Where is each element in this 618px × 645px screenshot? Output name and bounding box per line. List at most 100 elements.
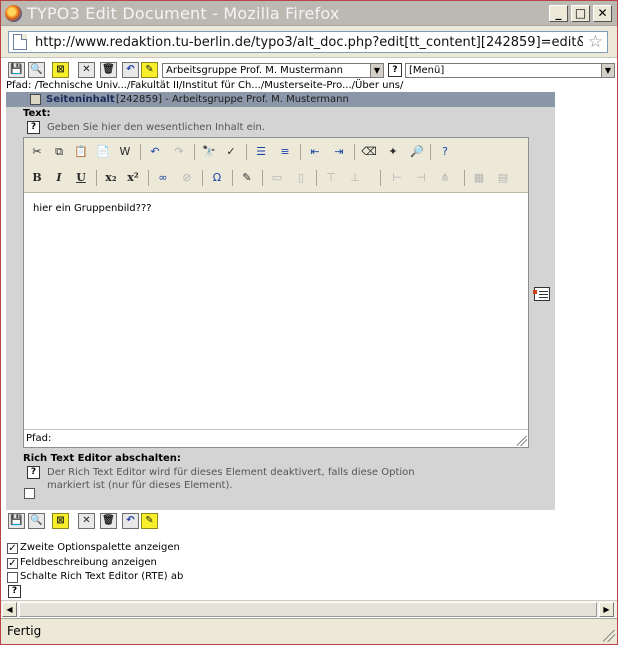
scrollbar-thumb[interactable]: [19, 602, 597, 617]
window-title: TYPO3 Edit Document - Mozilla Firefox: [27, 4, 340, 23]
toolbar-separator: [316, 170, 317, 186]
delete-icon[interactable]: 🗑: [100, 513, 117, 529]
paste-text-icon[interactable]: 📄: [94, 143, 112, 161]
option-label[interactable]: Zweite Optionspalette anzeigen: [20, 542, 180, 553]
content-element-icon: [30, 94, 41, 105]
paste-icon[interactable]: 📋: [72, 143, 90, 161]
close-button[interactable]: ✕: [593, 5, 612, 22]
italic-icon[interactable]: I: [50, 169, 68, 187]
spellcheck-icon[interactable]: ✓: [222, 143, 240, 161]
rte-disable-checkbox[interactable]: [24, 488, 35, 499]
copy-icon[interactable]: ⧉: [50, 143, 68, 161]
preview-icon[interactable]: 🔎: [408, 143, 426, 161]
undo-icon[interactable]: ↶: [122, 62, 139, 78]
record-select-value: Arbeitsgruppe Prof. M. Mustermann: [166, 65, 343, 76]
save-view-icon[interactable]: 🔍: [28, 62, 45, 78]
table-borders-icon[interactable]: ▤: [494, 169, 512, 187]
pencil-icon[interactable]: ✎: [141, 513, 158, 529]
bullet-list-icon[interactable]: ☰: [252, 143, 270, 161]
toolbar-separator: [96, 170, 97, 186]
option-checkbox[interactable]: ✓: [7, 558, 18, 569]
record-type: Seiteninhalt: [46, 94, 115, 105]
text-field-block: Text: ? Geben Sie hier den wesentlichen …: [6, 107, 555, 510]
table-col-icon[interactable]: ▯: [292, 169, 310, 187]
url-text[interactable]: http://www.redaktion.tu-berlin.de/typo3/…: [35, 35, 583, 50]
edit-element-icon[interactable]: ✎: [238, 169, 256, 187]
pencil-icon[interactable]: ✎: [141, 62, 158, 78]
maximize-button[interactable]: □: [571, 5, 590, 22]
redo-icon[interactable]: ↷: [170, 143, 188, 161]
delete-row-icon[interactable]: ⊥: [346, 169, 364, 187]
field-list-icon[interactable]: [533, 287, 550, 301]
address-field[interactable]: http://www.redaktion.tu-berlin.de/typo3/…: [8, 31, 608, 53]
scroll-right-icon[interactable]: ▶: [599, 602, 614, 617]
close-icon[interactable]: ✕: [78, 62, 95, 78]
status-text: Fertig: [7, 624, 42, 638]
insert-row-icon[interactable]: ⊤: [322, 169, 340, 187]
toolbar-separator: [262, 170, 263, 186]
toolbar-separator: [148, 170, 149, 186]
paste-word-icon[interactable]: W: [116, 143, 134, 161]
link-icon[interactable]: ∞: [154, 169, 172, 187]
bookmark-star-icon[interactable]: ☆: [588, 32, 603, 52]
save-icon[interactable]: 💾: [8, 62, 25, 78]
superscript-icon[interactable]: x²: [124, 169, 142, 187]
rte-disable-label: Rich Text Editor abschalten:: [23, 453, 181, 464]
delete-icon[interactable]: 🗑: [100, 62, 117, 78]
option-label[interactable]: Feldbeschreibung anzeigen: [20, 557, 157, 568]
option-checkbox[interactable]: ✓: [7, 543, 18, 554]
save-view-icon[interactable]: 🔍: [28, 513, 45, 529]
numbered-list-icon[interactable]: ≡: [276, 143, 294, 161]
toolbar-separator: [430, 144, 431, 160]
save-close-icon[interactable]: ⊠: [52, 62, 69, 78]
horizontal-scrollbar[interactable]: ◀ ▶: [1, 600, 617, 617]
chevron-down-icon[interactable]: ▼: [370, 64, 383, 77]
save-close-icon[interactable]: ⊠: [52, 513, 69, 529]
firefox-icon: [5, 5, 22, 22]
rte-path: Pfad:: [26, 433, 52, 444]
help-icon[interactable]: ?: [27, 466, 40, 479]
close-icon[interactable]: ✕: [78, 513, 95, 529]
table-row-icon[interactable]: ▭: [268, 169, 286, 187]
menu-select[interactable]: [Menü] ▼: [405, 63, 615, 78]
subscript-icon[interactable]: x₂: [102, 169, 120, 187]
special-char-icon[interactable]: Ω: [208, 169, 226, 187]
help-icon[interactable]: ?: [8, 585, 21, 598]
menu-select-value: [Menü]: [409, 65, 445, 76]
toolbar-separator: [300, 144, 301, 160]
page-content: Arbeitsgruppe Prof. M. Mustermann ▼ ? [M…: [1, 59, 617, 601]
toolbar-separator: [232, 170, 233, 186]
option-label[interactable]: Schalte Rich Text Editor (RTE) ab: [20, 571, 183, 582]
table-props-icon[interactable]: ▦: [470, 169, 488, 187]
undo-icon[interactable]: ↶: [122, 513, 139, 529]
url-bar: http://www.redaktion.tu-berlin.de/typo3/…: [1, 26, 617, 58]
save-icon[interactable]: 💾: [8, 513, 25, 529]
help-icon[interactable]: ?: [436, 143, 454, 161]
eraser-icon[interactable]: ⌫: [360, 143, 378, 161]
split-cell-icon[interactable]: ⋔: [436, 169, 454, 187]
minimize-button[interactable]: _: [549, 5, 568, 22]
resize-grip-icon[interactable]: [603, 630, 615, 642]
cut-icon[interactable]: ✂: [28, 143, 46, 161]
rte-content[interactable]: hier ein Gruppenbild???: [33, 203, 152, 214]
page-icon: [13, 34, 27, 50]
indent-icon[interactable]: ⇥: [330, 143, 348, 161]
bold-icon[interactable]: B: [28, 169, 46, 187]
unlink-icon[interactable]: ⊘: [178, 169, 196, 187]
record-header: Seiteninhalt [242859] - Arbeitsgruppe Pr…: [6, 92, 555, 107]
underline-icon[interactable]: U: [72, 169, 90, 187]
undo-icon[interactable]: ↶: [146, 143, 164, 161]
option-checkbox[interactable]: [7, 572, 18, 583]
record-select[interactable]: Arbeitsgruppe Prof. M. Mustermann ▼: [162, 63, 384, 78]
help-button[interactable]: ?: [388, 63, 402, 77]
find-icon[interactable]: 🔭: [200, 143, 218, 161]
chevron-down-icon[interactable]: ▼: [601, 64, 614, 77]
outdent-icon[interactable]: ⇤: [306, 143, 324, 161]
clean-icon[interactable]: ✦: [384, 143, 402, 161]
rte-statusbar: Pfad:: [24, 429, 528, 447]
insert-col-icon[interactable]: ⊢: [388, 169, 406, 187]
help-icon[interactable]: ?: [27, 121, 40, 134]
delete-col-icon[interactable]: ⊣: [412, 169, 430, 187]
scroll-left-icon[interactable]: ◀: [2, 602, 17, 617]
resize-handle-icon[interactable]: [517, 436, 527, 446]
